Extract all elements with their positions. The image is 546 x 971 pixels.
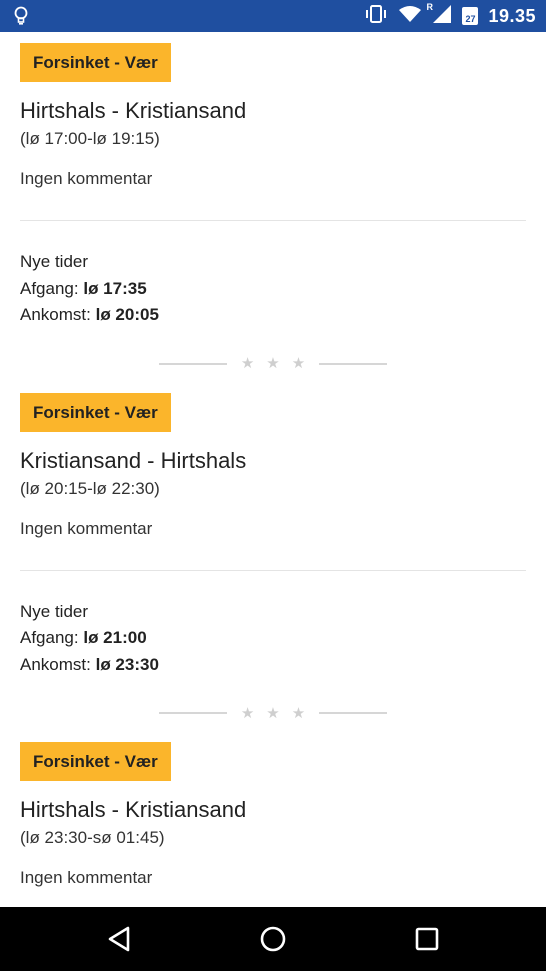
notice-card: Forsinket - Vær Hirtshals - Kristiansand… [0,43,546,329]
home-circle-icon[interactable] [255,921,291,957]
arrival-row: Ankomst: lø 20:05 [20,302,526,329]
status-badge: Forsinket - Vær [20,43,171,82]
notice-card: Forsinket - Vær Kristiansand - Hirtshals… [0,392,546,679]
status-badge: Forsinket - Vær [20,742,171,781]
separator-line [158,362,227,365]
new-times-label: Nye tider [20,601,89,621]
clock-time: 19.35 [488,5,536,26]
star-icon: ★ [240,704,255,722]
wifi-icon [398,5,422,28]
arrival-value: lø 20:05 [95,305,159,324]
route-title: Hirtshals - Kristiansand [20,797,247,822]
notice-card: Forsinket - Vær Hirtshals - Kristiansand… [0,742,546,889]
arrival-value: lø 23:30 [95,654,159,674]
lightbulb-icon [14,6,28,31]
calendar-icon: 27 [462,7,479,25]
new-times-block: Nye tider Afgang: lø 21:00 Ankomst: lø 2… [20,599,526,679]
departure-value: lø 21:00 [83,628,147,647]
arrival-label: Ankomst: [20,654,91,674]
divider [20,220,526,221]
comment-text: Ingen kommentar [20,169,153,188]
status-badge: Forsinket - Vær [20,392,171,432]
scheduled-times: (lø 20:15-lø 22:30) [20,478,160,498]
divider [20,569,526,571]
navigation-bar [0,907,546,971]
separator-line [319,712,388,714]
separator-line [319,362,388,365]
back-triangle-icon[interactable] [101,921,137,957]
departure-label: Afgang: [20,278,79,298]
separator: ★ ★ ★ [0,698,546,728]
arrival-label: Ankomst: [20,305,91,324]
star-icon: ★ [291,355,306,372]
departure-row: Afgang: lø 21:00 [20,625,526,652]
departure-row: Afgang: lø 17:35 [20,276,526,303]
departure-label: Afgang: [20,628,79,647]
vibrate-icon [364,4,388,28]
star-icon: ★ [240,355,255,372]
recents-square-icon[interactable] [409,921,445,957]
new-times-block: Nye tider Afgang: lø 17:35 Ankomst: lø 2… [20,249,526,329]
arrival-row: Ankomst: lø 23:30 [20,652,526,679]
comment-text: Ingen kommentar [20,518,153,538]
network-label: R [426,1,433,12]
route-title: Hirtshals - Kristiansand [20,98,247,123]
scheduled-times: (lø 17:00-lø 19:15) [20,129,160,148]
notice-list[interactable]: Forsinket - Vær Hirtshals - Kristiansand… [0,32,546,907]
status-bar: R 27 19.35 [0,0,546,32]
comment-text: Ingen kommentar [20,868,153,887]
separator: ★ ★ ★ [0,349,546,379]
new-times-label: Nye tider [20,252,89,271]
signal-icon: R [426,2,452,29]
scheduled-times: (lø 23:30-sø 01:45) [20,828,165,847]
star-icon: ★ [266,355,280,372]
separator-line [158,712,227,714]
star-icon: ★ [291,704,306,722]
star-icon: ★ [266,704,280,722]
departure-value: lø 17:35 [83,278,147,298]
calendar-day: 27 [465,14,476,24]
route-title: Kristiansand - Hirtshals [20,447,247,473]
